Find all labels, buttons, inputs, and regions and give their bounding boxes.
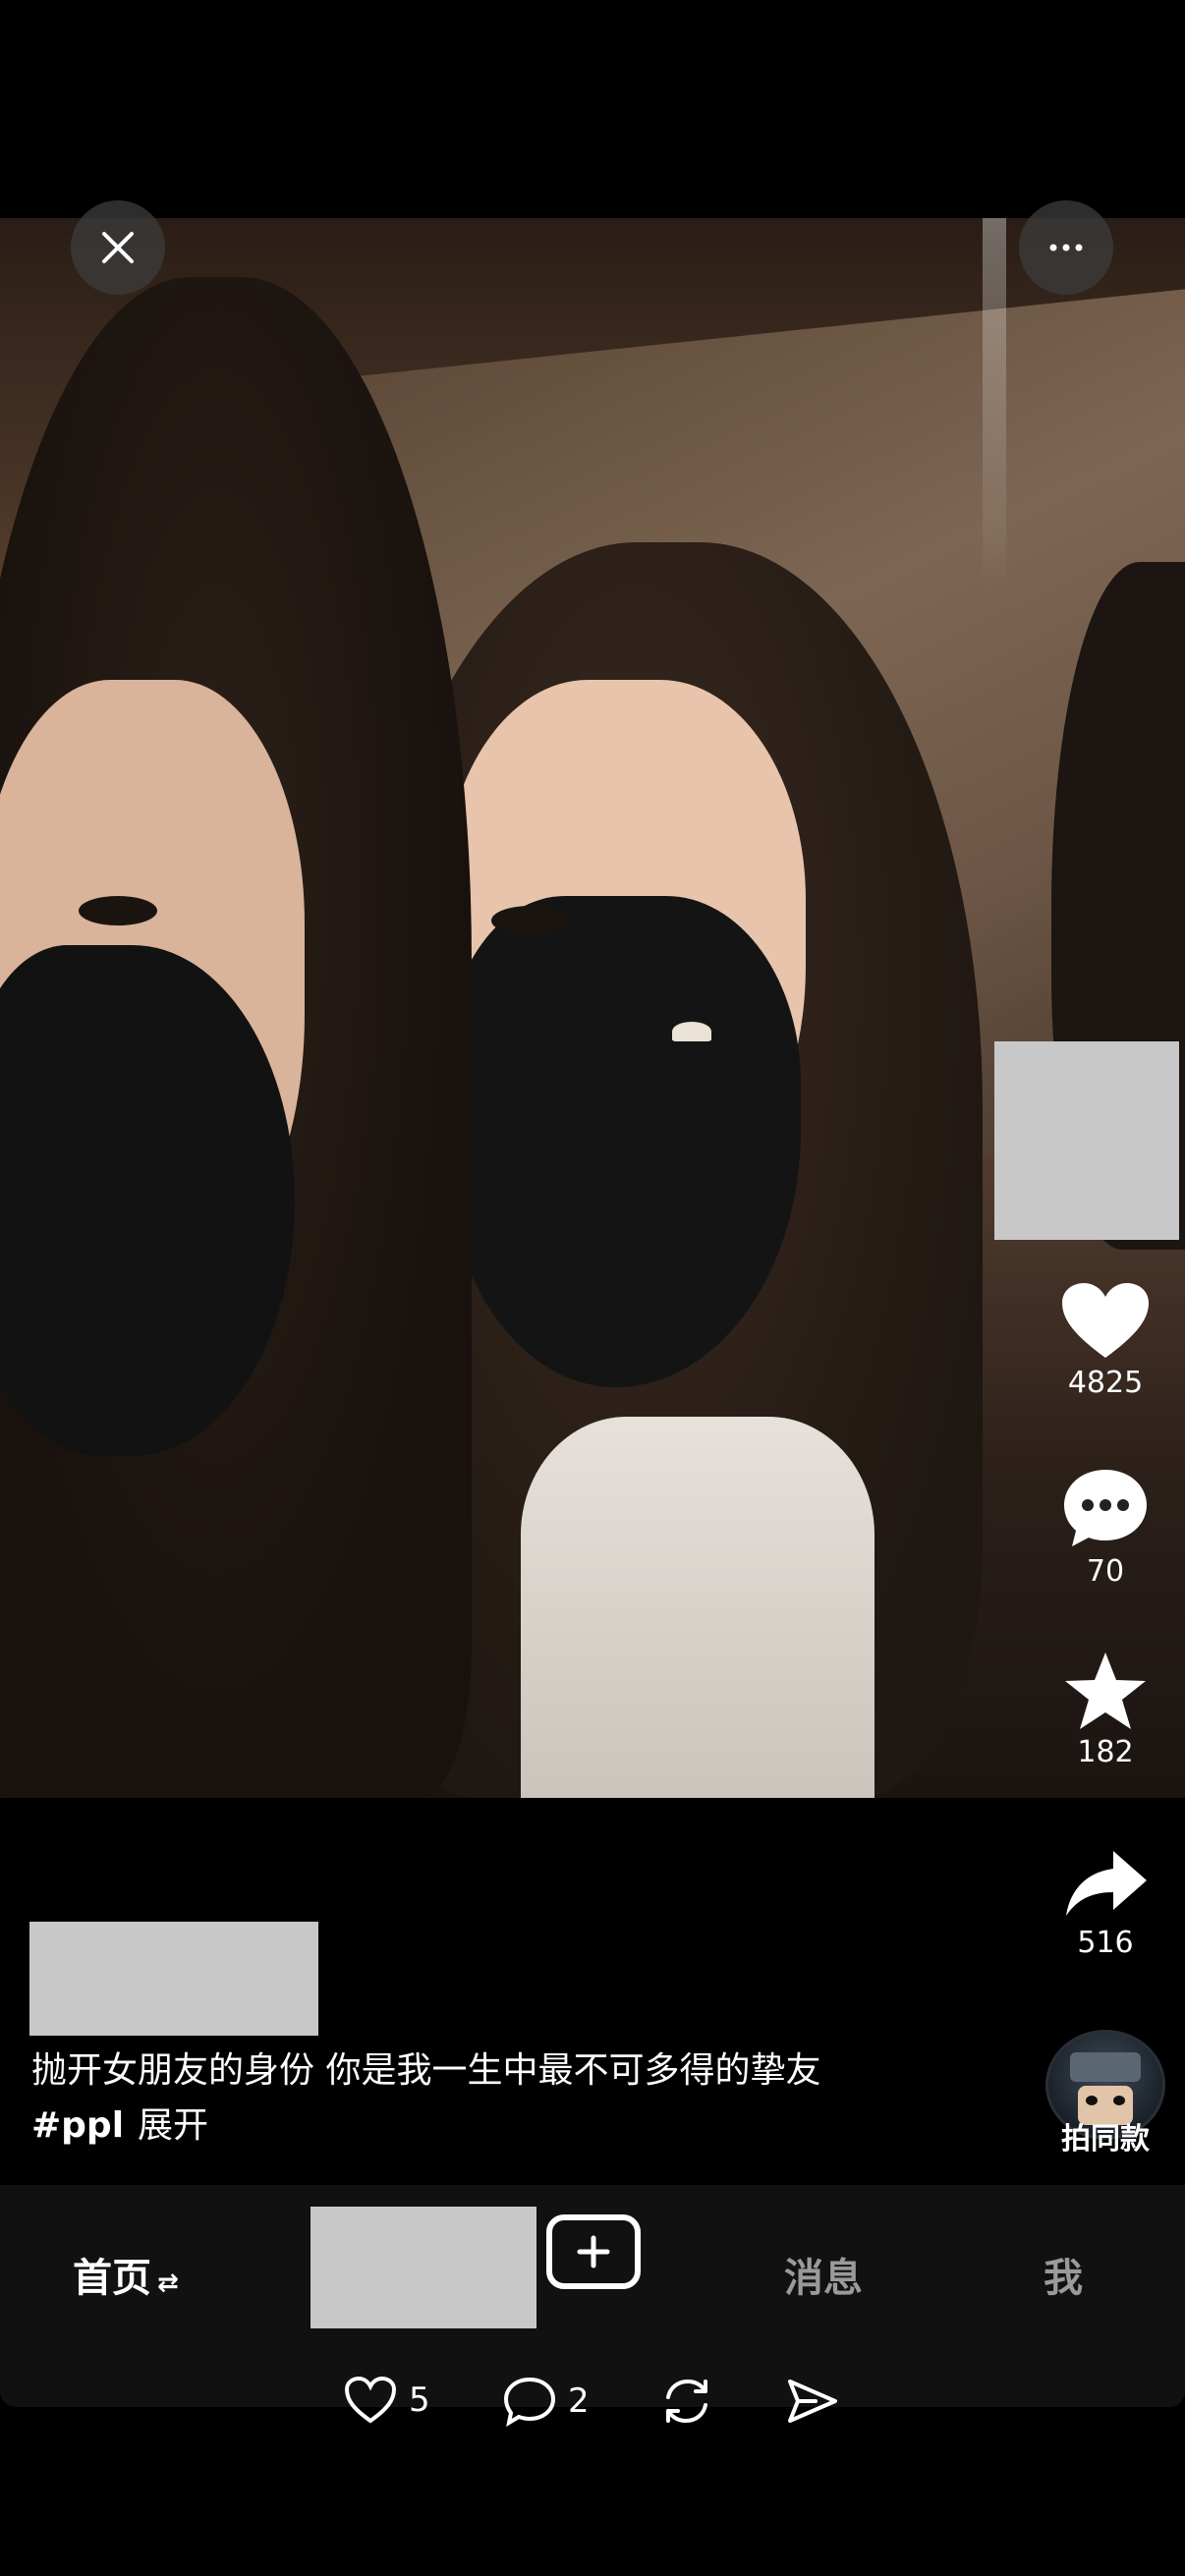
favorite-count: 182 xyxy=(1077,1735,1134,1769)
author-name[interactable] xyxy=(29,1922,318,2036)
post-comment-button[interactable]: 2 xyxy=(503,2376,590,2427)
tab-messages[interactable]: 消息 xyxy=(784,2246,863,2303)
like-count: 4825 xyxy=(1067,1366,1144,1400)
share-count: 516 xyxy=(1077,1926,1134,1960)
repost-button[interactable] xyxy=(660,2376,713,2427)
tab-friends[interactable] xyxy=(310,2207,536,2328)
comment-button[interactable]: 70 xyxy=(1042,1466,1169,1589)
star-icon xyxy=(1065,1652,1146,1729)
favorite-button[interactable]: 182 xyxy=(1042,1651,1169,1769)
more-icon xyxy=(1049,244,1083,252)
heart-outline-icon xyxy=(344,2376,397,2424)
more-button[interactable] xyxy=(1019,200,1113,295)
comment-outline-icon xyxy=(503,2377,556,2427)
swap-icon: ⇄ xyxy=(157,2268,179,2298)
hashtag-link[interactable]: #ppl xyxy=(31,2105,124,2146)
refresh-icon xyxy=(666,2379,707,2424)
tab-home-label: 首页 xyxy=(73,2256,151,2301)
video-frame[interactable] xyxy=(0,218,1185,1798)
comment-count: 70 xyxy=(1086,1554,1125,1589)
post-comment-count: 2 xyxy=(568,2381,590,2421)
caption-text: 抛开女朋友的身份 你是我一生中最不可多得的挚友 xyxy=(31,2050,821,2091)
heart-icon xyxy=(1062,1283,1149,1358)
close-icon xyxy=(102,232,134,263)
create-button[interactable] xyxy=(546,2214,641,2289)
expand-link[interactable]: 展开 xyxy=(138,2105,208,2146)
author-avatar[interactable] xyxy=(994,1041,1179,1240)
plus-icon xyxy=(577,2235,610,2268)
close-button[interactable] xyxy=(71,200,165,295)
tab-home[interactable]: 首页 ⇄ xyxy=(73,2246,179,2303)
post-like-button[interactable]: 5 xyxy=(344,2376,430,2425)
bottom-nav: 首页 ⇄ 消息 我 xyxy=(0,2185,1185,2407)
post-actions: 5 2 xyxy=(0,2376,1185,2446)
post-like-count: 5 xyxy=(409,2380,430,2420)
share-button[interactable]: 516 xyxy=(1042,1847,1169,1960)
send-icon xyxy=(788,2380,837,2423)
video-caption: 抛开女朋友的身份 你是我一生中最不可多得的挚友 #ppl 展开 xyxy=(31,2044,975,2154)
video-screen: 4825 70 182 516 抛开女朋友的身份 你是我一生中最不可多得的挚友 … xyxy=(0,0,1185,2576)
share-arrow-icon xyxy=(1066,1851,1147,1916)
same-style-label: 拍同款 xyxy=(1061,2122,1150,2156)
same-style-button[interactable]: 拍同款 xyxy=(1042,2030,1169,2157)
tab-me[interactable]: 我 xyxy=(1044,2246,1083,2303)
send-button[interactable] xyxy=(786,2376,839,2427)
comment-icon xyxy=(1064,1470,1147,1546)
like-button[interactable]: 4825 xyxy=(1042,1281,1169,1400)
